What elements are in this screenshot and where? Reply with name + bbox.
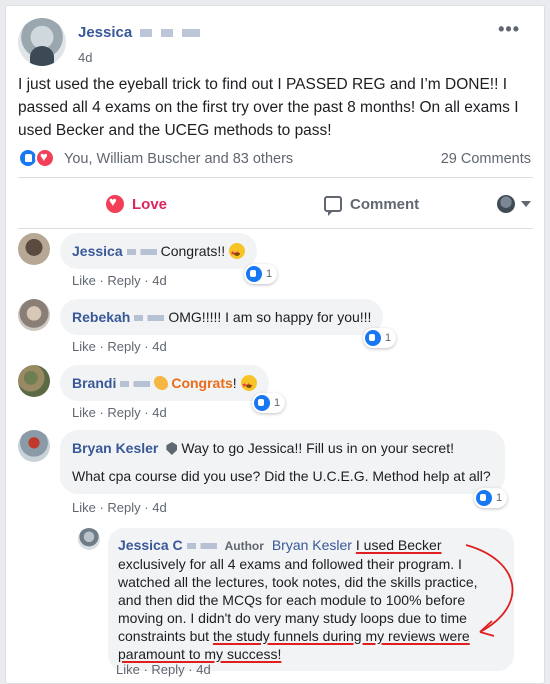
commenter-avatar[interactable] [18,233,50,265]
clapping-hands-icon [154,376,169,390]
comment-meta: Like · Reply · 4d [72,405,167,420]
divider [18,228,533,229]
comment-time[interactable]: 4d [152,339,166,354]
comment-reply-link[interactable]: Reply [107,500,140,515]
like-count: 1 [496,492,503,504]
like-icon [254,395,270,411]
comment-reply-link[interactable]: Reply [107,339,140,354]
like-icon [476,490,492,506]
comment-icon [324,196,342,216]
redacted-surname [140,29,201,38]
author-badge: Author [224,539,264,553]
post-timestamp[interactable]: 4d [78,50,92,65]
reaction-picker[interactable] [497,184,531,224]
comment-like-link[interactable]: Like [72,339,96,354]
star-struck-emoji-icon [229,243,246,263]
comment-text: OMG!!!!! I am so happy for you!!! [168,309,372,325]
post-body: I just used the eyeball trick to find ou… [18,76,519,139]
commenter-name[interactable]: Jessica [72,243,123,259]
comment-like-count[interactable]: 1 [474,488,508,508]
like-count: 1 [274,397,281,409]
comment-meta: Like · Reply · 4d [72,273,167,288]
mention-link[interactable]: Bryan Kesler [272,537,352,553]
avatar-figure [30,46,54,66]
divider [18,177,533,178]
comment-like-count[interactable]: 1 [244,264,278,284]
reply-avatar[interactable] [78,528,100,550]
comment-text-suffix: ! [232,375,237,391]
reply-time[interactable]: 4d [196,662,210,677]
comment-label: Comment [350,195,420,213]
reply-bubble: Jessica C Author Bryan Kesler I used Beck… [108,528,514,671]
comment-bubble: Brandi Congrats! [60,365,269,401]
chevron-down-icon [521,201,531,207]
comment-text: Congrats [171,375,233,391]
comment-item: Brandi Congrats! 1 Like · Reply · 4d [18,365,538,425]
star-struck-emoji-icon [240,375,257,395]
comment-item: Rebekah OMG!!!!! I am so happy for you!!!… [18,299,538,359]
commenter-name[interactable]: Brandi [72,375,116,391]
commenter-avatar[interactable] [18,430,50,462]
comment-bubble: Bryan Kesler Way to go Jessica!! Fill us … [60,430,505,494]
comment-item: Jessica Congrats!! 1 Like · Reply · 4d [18,233,538,293]
comment-text: Congrats!! [160,243,226,259]
commenter-name[interactable]: Bryan Kesler [72,440,158,456]
redacted-surname [186,543,217,550]
reaction-summary[interactable]: You, William Buscher and 83 others 29 Co… [18,148,533,170]
post-header: Jessica 4d ••• [18,18,528,68]
reply-reply-link[interactable]: Reply [151,662,184,677]
reply-like-link[interactable]: Like [116,662,140,677]
comment-bubble: Rebekah OMG!!!!! I am so happy for you!!! [60,299,384,335]
heart-icon [106,194,124,213]
comment-time[interactable]: 4d [152,405,166,420]
reply-meta: Like · Reply · 4d [116,662,211,677]
reply-item: Jessica C Author Bryan Kesler I used Beck… [78,528,533,678]
author-avatar[interactable] [18,18,66,66]
commenter-name[interactable]: Rebekah [72,309,130,325]
comment-text-2: What cpa course did you use? Did the U.C… [72,468,491,484]
like-icon [365,330,381,346]
reply-author-name[interactable]: Jessica C [118,537,183,553]
love-button[interactable]: Love [106,184,167,224]
comment-meta: Like · Reply · 4d [72,500,167,515]
comment-time[interactable]: 4d [152,500,166,515]
commenter-avatar[interactable] [18,365,50,397]
comment-like-count[interactable]: 1 [252,393,286,413]
comment-like-link[interactable]: Like [72,273,96,288]
comment-text: Way to go Jessica!! Fill us in on your s… [181,440,454,456]
user-avatar-icon [497,195,515,213]
like-icon [246,266,262,282]
comment-item: Bryan Kesler Way to go Jessica!! Fill us … [18,430,538,520]
comments-count[interactable]: 29 Comments [441,151,531,167]
author-name[interactable]: Jessica [78,24,201,41]
action-bar: Love Comment [18,184,533,224]
redacted-surname [120,381,151,388]
comment-reply-link[interactable]: Reply [107,405,140,420]
more-options-icon[interactable]: ••• [498,20,520,38]
love-label: Love [132,195,168,213]
post-card: Jessica 4d ••• I just used the eyeball t… [5,5,545,684]
comment-like-link[interactable]: Like [72,405,96,420]
reply-highlight-1: I used Becker [355,537,442,553]
redacted-surname [126,249,157,256]
comment-bubble: Jessica Congrats!! [60,233,258,269]
reactions-text[interactable]: You, William Buscher and 83 others [64,151,293,167]
comment-reply-link[interactable]: Reply [107,273,140,288]
comment-like-count[interactable]: 1 [363,328,397,348]
redacted-surname [134,315,165,322]
like-count: 1 [385,332,392,344]
comment-line-1: Bryan Kesler Way to go Jessica!! Fill us … [72,439,493,457]
author-name-text[interactable]: Jessica [78,24,132,41]
comment-meta: Like · Reply · 4d [72,339,167,354]
like-count: 1 [266,268,273,280]
comment-like-link[interactable]: Like [72,500,96,515]
shield-badge-icon [166,442,178,455]
comment-time[interactable]: 4d [152,273,166,288]
commenter-avatar[interactable] [18,299,50,331]
love-reaction-icon [35,148,55,168]
